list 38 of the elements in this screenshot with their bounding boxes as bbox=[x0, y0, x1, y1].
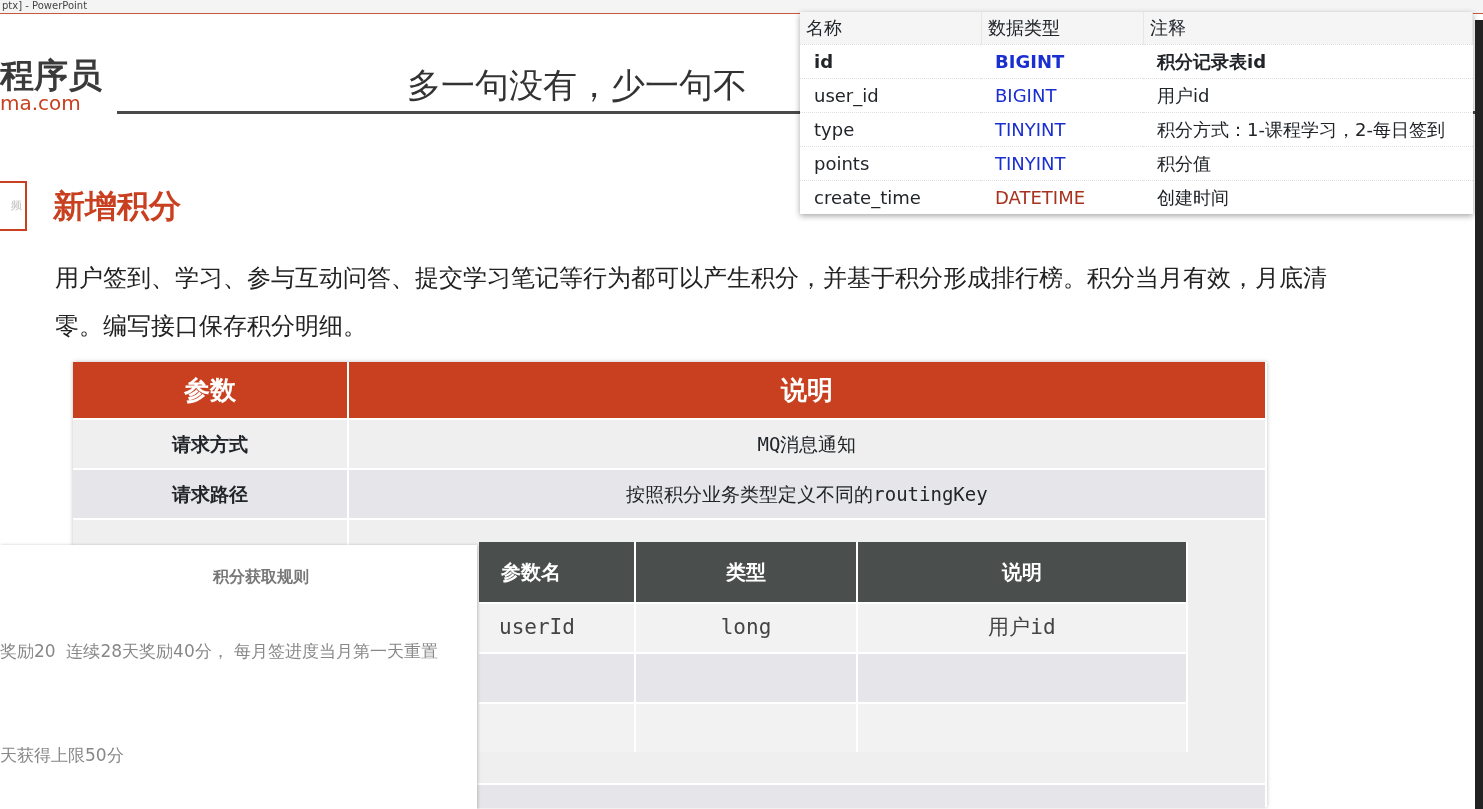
column-header: 名称 bbox=[800, 12, 981, 44]
section-title: 新增积分 bbox=[53, 186, 181, 227]
table-cell: 积分记录表id bbox=[1143, 44, 1473, 78]
table-cell: type bbox=[800, 112, 981, 146]
column-header: 说明 bbox=[858, 542, 1188, 602]
table-cell: userId bbox=[479, 602, 636, 652]
section-badge: 频 bbox=[0, 181, 27, 231]
column-header: 参数 bbox=[73, 362, 349, 418]
table-cell: create_time bbox=[800, 180, 981, 214]
logo-domain: ma.com bbox=[0, 92, 81, 114]
table-cell: MQ消息通知 bbox=[349, 418, 1267, 468]
rule-text: 奖励20 连续28天奖励40分， 每月签进度当月第一天重置 bbox=[0, 640, 440, 663]
table-cell: 用户id bbox=[858, 602, 1188, 652]
table-cell: BIGINT bbox=[981, 78, 1143, 112]
table-cell: 按照积分业务类型定义不同的routingKey bbox=[349, 468, 1267, 518]
table-cell: 请求方式 bbox=[73, 418, 349, 468]
table-cell: points bbox=[800, 146, 981, 180]
table-cell: 积分方式：1-课程学习，2-每日签到 bbox=[1143, 112, 1473, 146]
table-cell: 用户id bbox=[1143, 78, 1473, 112]
rule-text: 天获得上限50分 bbox=[0, 743, 125, 767]
column-header: 数据类型 bbox=[981, 12, 1143, 44]
table-cell: DATETIME bbox=[981, 180, 1143, 214]
table-cell: 请求路径 bbox=[73, 468, 349, 518]
table-cell: BIGINT bbox=[981, 44, 1143, 78]
table-cell: 积分值 bbox=[1143, 146, 1473, 180]
table-cell: TINYINT bbox=[981, 146, 1143, 180]
table-cell: long bbox=[636, 602, 858, 652]
column-header: 参数名 bbox=[479, 542, 636, 602]
table-cell: user_id bbox=[800, 78, 981, 112]
column-header: 类型 bbox=[636, 542, 858, 602]
column-header: 注释 bbox=[1143, 12, 1473, 44]
description-text: 用户签到、学习、参与互动问答、提交学习笔记等行为都可以产生积分，并基于积分形成排行榜。积分当月有效，月底清零。编写接口保存积分明细。 bbox=[55, 263, 1328, 342]
table-cell: TINYINT bbox=[981, 112, 1143, 146]
rules-title: 积分获取规则 bbox=[211, 566, 310, 588]
column-header: 说明 bbox=[349, 362, 1267, 418]
window-title: ptx] - PowerPoint bbox=[0, 0, 1483, 14]
table-cell: id bbox=[800, 44, 981, 78]
table-cell: 创建时间 bbox=[1143, 180, 1473, 214]
